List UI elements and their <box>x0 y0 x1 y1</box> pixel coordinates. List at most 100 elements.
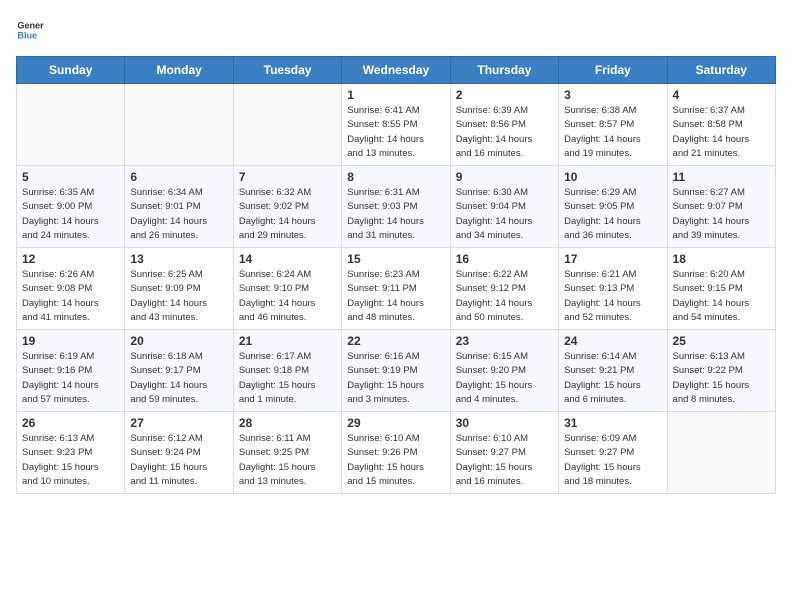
day-number: 31 <box>564 416 661 430</box>
day-number: 15 <box>347 252 444 266</box>
day-info: Sunrise: 6:10 AM Sunset: 9:26 PM Dayligh… <box>347 432 444 489</box>
calendar-cell: 12Sunrise: 6:26 AM Sunset: 9:08 PM Dayli… <box>17 248 125 330</box>
day-number: 29 <box>347 416 444 430</box>
calendar-cell: 6 Sunrise: 6:34 AM Sunset: 9:01 PM Daylig… <box>125 166 233 248</box>
day-info: Sunrise: 6:13 AM Sunset: 9:22 PM Dayligh… <box>673 350 770 407</box>
day-number: 17 <box>564 252 661 266</box>
day-number: 16 <box>456 252 553 266</box>
calendar-cell: 15 Sunrise: 6:23 AM Sunset: 9:11 PM Dayli… <box>342 248 450 330</box>
calendar-cell: 24 Sunrise: 6:14 AM Sunset: 9:21 PM Dayli… <box>559 330 667 412</box>
day-number: 7 <box>239 170 336 184</box>
day-number: 27 <box>130 416 227 430</box>
logo: General Blue <box>16 16 48 44</box>
calendar-cell: 3Sunrise: 6:38 AM Sunset: 8:57 PM Daylig… <box>559 84 667 166</box>
calendar-cell <box>233 84 341 166</box>
day-info: Sunrise: 6:15 AM Sunset: 9:20 PM Dayligh… <box>456 350 553 407</box>
day-info: Sunrise: 6:41 AM Sunset: 8:55 PM Dayligh… <box>347 104 444 161</box>
day-number: 28 <box>239 416 336 430</box>
day-number: 12 <box>22 252 119 266</box>
calendar-cell: 5 Sunrise: 6:35 AM Sunset: 9:00 PM Daylig… <box>17 166 125 248</box>
calendar-cell: 23 Sunrise: 6:15 AM Sunset: 9:20 PM Dayli… <box>450 330 558 412</box>
calendar-cell: 1Sunrise: 6:41 AM Sunset: 8:55 PM Daylig… <box>342 84 450 166</box>
calendar-cell: 31 Sunrise: 6:09 AM Sunset: 9:27 PM Dayli… <box>559 412 667 494</box>
dow-header-thursday: Thursday <box>450 57 558 84</box>
day-number: 24 <box>564 334 661 348</box>
day-number: 14 <box>239 252 336 266</box>
day-info: Sunrise: 6:18 AM Sunset: 9:17 PM Dayligh… <box>130 350 227 407</box>
calendar-body: 1Sunrise: 6:41 AM Sunset: 8:55 PM Daylig… <box>17 84 776 494</box>
day-info: Sunrise: 6:25 AM Sunset: 9:09 PM Dayligh… <box>130 268 227 325</box>
day-number: 6 <box>130 170 227 184</box>
day-info: Sunrise: 6:17 AM Sunset: 9:18 PM Dayligh… <box>239 350 336 407</box>
calendar-cell: 19 Sunrise: 6:19 AM Sunset: 9:16 PM Dayli… <box>17 330 125 412</box>
day-info: Sunrise: 6:19 AM Sunset: 9:16 PM Dayligh… <box>22 350 119 407</box>
calendar-cell: 28 Sunrise: 6:11 AM Sunset: 9:25 PM Dayli… <box>233 412 341 494</box>
day-info: Sunrise: 6:32 AM Sunset: 9:02 PM Dayligh… <box>239 186 336 243</box>
calendar-cell: 20 Sunrise: 6:18 AM Sunset: 9:17 PM Dayli… <box>125 330 233 412</box>
day-number: 21 <box>239 334 336 348</box>
day-info: Sunrise: 6:13 AM Sunset: 9:23 PM Dayligh… <box>22 432 119 489</box>
day-info: Sunrise: 6:09 AM Sunset: 9:27 PM Dayligh… <box>564 432 661 489</box>
calendar-cell <box>17 84 125 166</box>
day-number: 5 <box>22 170 119 184</box>
logo-icon: General Blue <box>16 16 44 44</box>
day-info: Sunrise: 6:39 AM Sunset: 8:56 PM Dayligh… <box>456 104 553 161</box>
page-header: General Blue <box>16 16 776 44</box>
calendar-cell: 8 Sunrise: 6:31 AM Sunset: 9:03 PM Daylig… <box>342 166 450 248</box>
day-info: Sunrise: 6:35 AM Sunset: 9:00 PM Dayligh… <box>22 186 119 243</box>
day-info: Sunrise: 6:14 AM Sunset: 9:21 PM Dayligh… <box>564 350 661 407</box>
calendar-cell: 22 Sunrise: 6:16 AM Sunset: 9:19 PM Dayli… <box>342 330 450 412</box>
dow-header-friday: Friday <box>559 57 667 84</box>
day-info: Sunrise: 6:10 AM Sunset: 9:27 PM Dayligh… <box>456 432 553 489</box>
day-number: 10 <box>564 170 661 184</box>
dow-header-saturday: Saturday <box>667 57 775 84</box>
day-info: Sunrise: 6:16 AM Sunset: 9:19 PM Dayligh… <box>347 350 444 407</box>
calendar-cell: 10 Sunrise: 6:29 AM Sunset: 9:05 PM Dayli… <box>559 166 667 248</box>
calendar-cell <box>667 412 775 494</box>
calendar-cell: 29 Sunrise: 6:10 AM Sunset: 9:26 PM Dayli… <box>342 412 450 494</box>
dow-header-sunday: Sunday <box>17 57 125 84</box>
dow-header-monday: Monday <box>125 57 233 84</box>
day-info: Sunrise: 6:22 AM Sunset: 9:12 PM Dayligh… <box>456 268 553 325</box>
day-number: 30 <box>456 416 553 430</box>
calendar-cell: 14 Sunrise: 6:24 AM Sunset: 9:10 PM Dayli… <box>233 248 341 330</box>
calendar-cell: 7 Sunrise: 6:32 AM Sunset: 9:02 PM Daylig… <box>233 166 341 248</box>
day-number: 4 <box>673 88 770 102</box>
day-info: Sunrise: 6:38 AM Sunset: 8:57 PM Dayligh… <box>564 104 661 161</box>
calendar-cell: 21 Sunrise: 6:17 AM Sunset: 9:18 PM Dayli… <box>233 330 341 412</box>
calendar-cell: 25 Sunrise: 6:13 AM Sunset: 9:22 PM Dayli… <box>667 330 775 412</box>
day-number: 18 <box>673 252 770 266</box>
calendar-cell: 27 Sunrise: 6:12 AM Sunset: 9:24 PM Dayli… <box>125 412 233 494</box>
week-row-1: 1Sunrise: 6:41 AM Sunset: 8:55 PM Daylig… <box>17 84 776 166</box>
day-info: Sunrise: 6:23 AM Sunset: 9:11 PM Dayligh… <box>347 268 444 325</box>
calendar-cell: 18 Sunrise: 6:20 AM Sunset: 9:15 PM Dayli… <box>667 248 775 330</box>
day-number: 23 <box>456 334 553 348</box>
dow-header-wednesday: Wednesday <box>342 57 450 84</box>
day-number: 19 <box>22 334 119 348</box>
day-info: Sunrise: 6:20 AM Sunset: 9:15 PM Dayligh… <box>673 268 770 325</box>
dow-header-tuesday: Tuesday <box>233 57 341 84</box>
week-row-5: 26Sunrise: 6:13 AM Sunset: 9:23 PM Dayli… <box>17 412 776 494</box>
day-number: 8 <box>347 170 444 184</box>
day-number: 11 <box>673 170 770 184</box>
day-info: Sunrise: 6:31 AM Sunset: 9:03 PM Dayligh… <box>347 186 444 243</box>
day-info: Sunrise: 6:30 AM Sunset: 9:04 PM Dayligh… <box>456 186 553 243</box>
day-number: 20 <box>130 334 227 348</box>
calendar-cell: 9 Sunrise: 6:30 AM Sunset: 9:04 PM Daylig… <box>450 166 558 248</box>
calendar-cell: 16 Sunrise: 6:22 AM Sunset: 9:12 PM Dayli… <box>450 248 558 330</box>
days-of-week-row: SundayMondayTuesdayWednesdayThursdayFrid… <box>17 57 776 84</box>
day-info: Sunrise: 6:11 AM Sunset: 9:25 PM Dayligh… <box>239 432 336 489</box>
day-number: 9 <box>456 170 553 184</box>
calendar-cell: 30 Sunrise: 6:10 AM Sunset: 9:27 PM Dayli… <box>450 412 558 494</box>
day-info: Sunrise: 6:24 AM Sunset: 9:10 PM Dayligh… <box>239 268 336 325</box>
calendar-table: SundayMondayTuesdayWednesdayThursdayFrid… <box>16 56 776 494</box>
calendar-cell: 4Sunrise: 6:37 AM Sunset: 8:58 PM Daylig… <box>667 84 775 166</box>
day-info: Sunrise: 6:12 AM Sunset: 9:24 PM Dayligh… <box>130 432 227 489</box>
calendar-cell: 11 Sunrise: 6:27 AM Sunset: 9:07 PM Dayli… <box>667 166 775 248</box>
day-number: 25 <box>673 334 770 348</box>
day-number: 22 <box>347 334 444 348</box>
day-info: Sunrise: 6:29 AM Sunset: 9:05 PM Dayligh… <box>564 186 661 243</box>
day-info: Sunrise: 6:27 AM Sunset: 9:07 PM Dayligh… <box>673 186 770 243</box>
day-info: Sunrise: 6:34 AM Sunset: 9:01 PM Dayligh… <box>130 186 227 243</box>
week-row-2: 5 Sunrise: 6:35 AM Sunset: 9:00 PM Daylig… <box>17 166 776 248</box>
